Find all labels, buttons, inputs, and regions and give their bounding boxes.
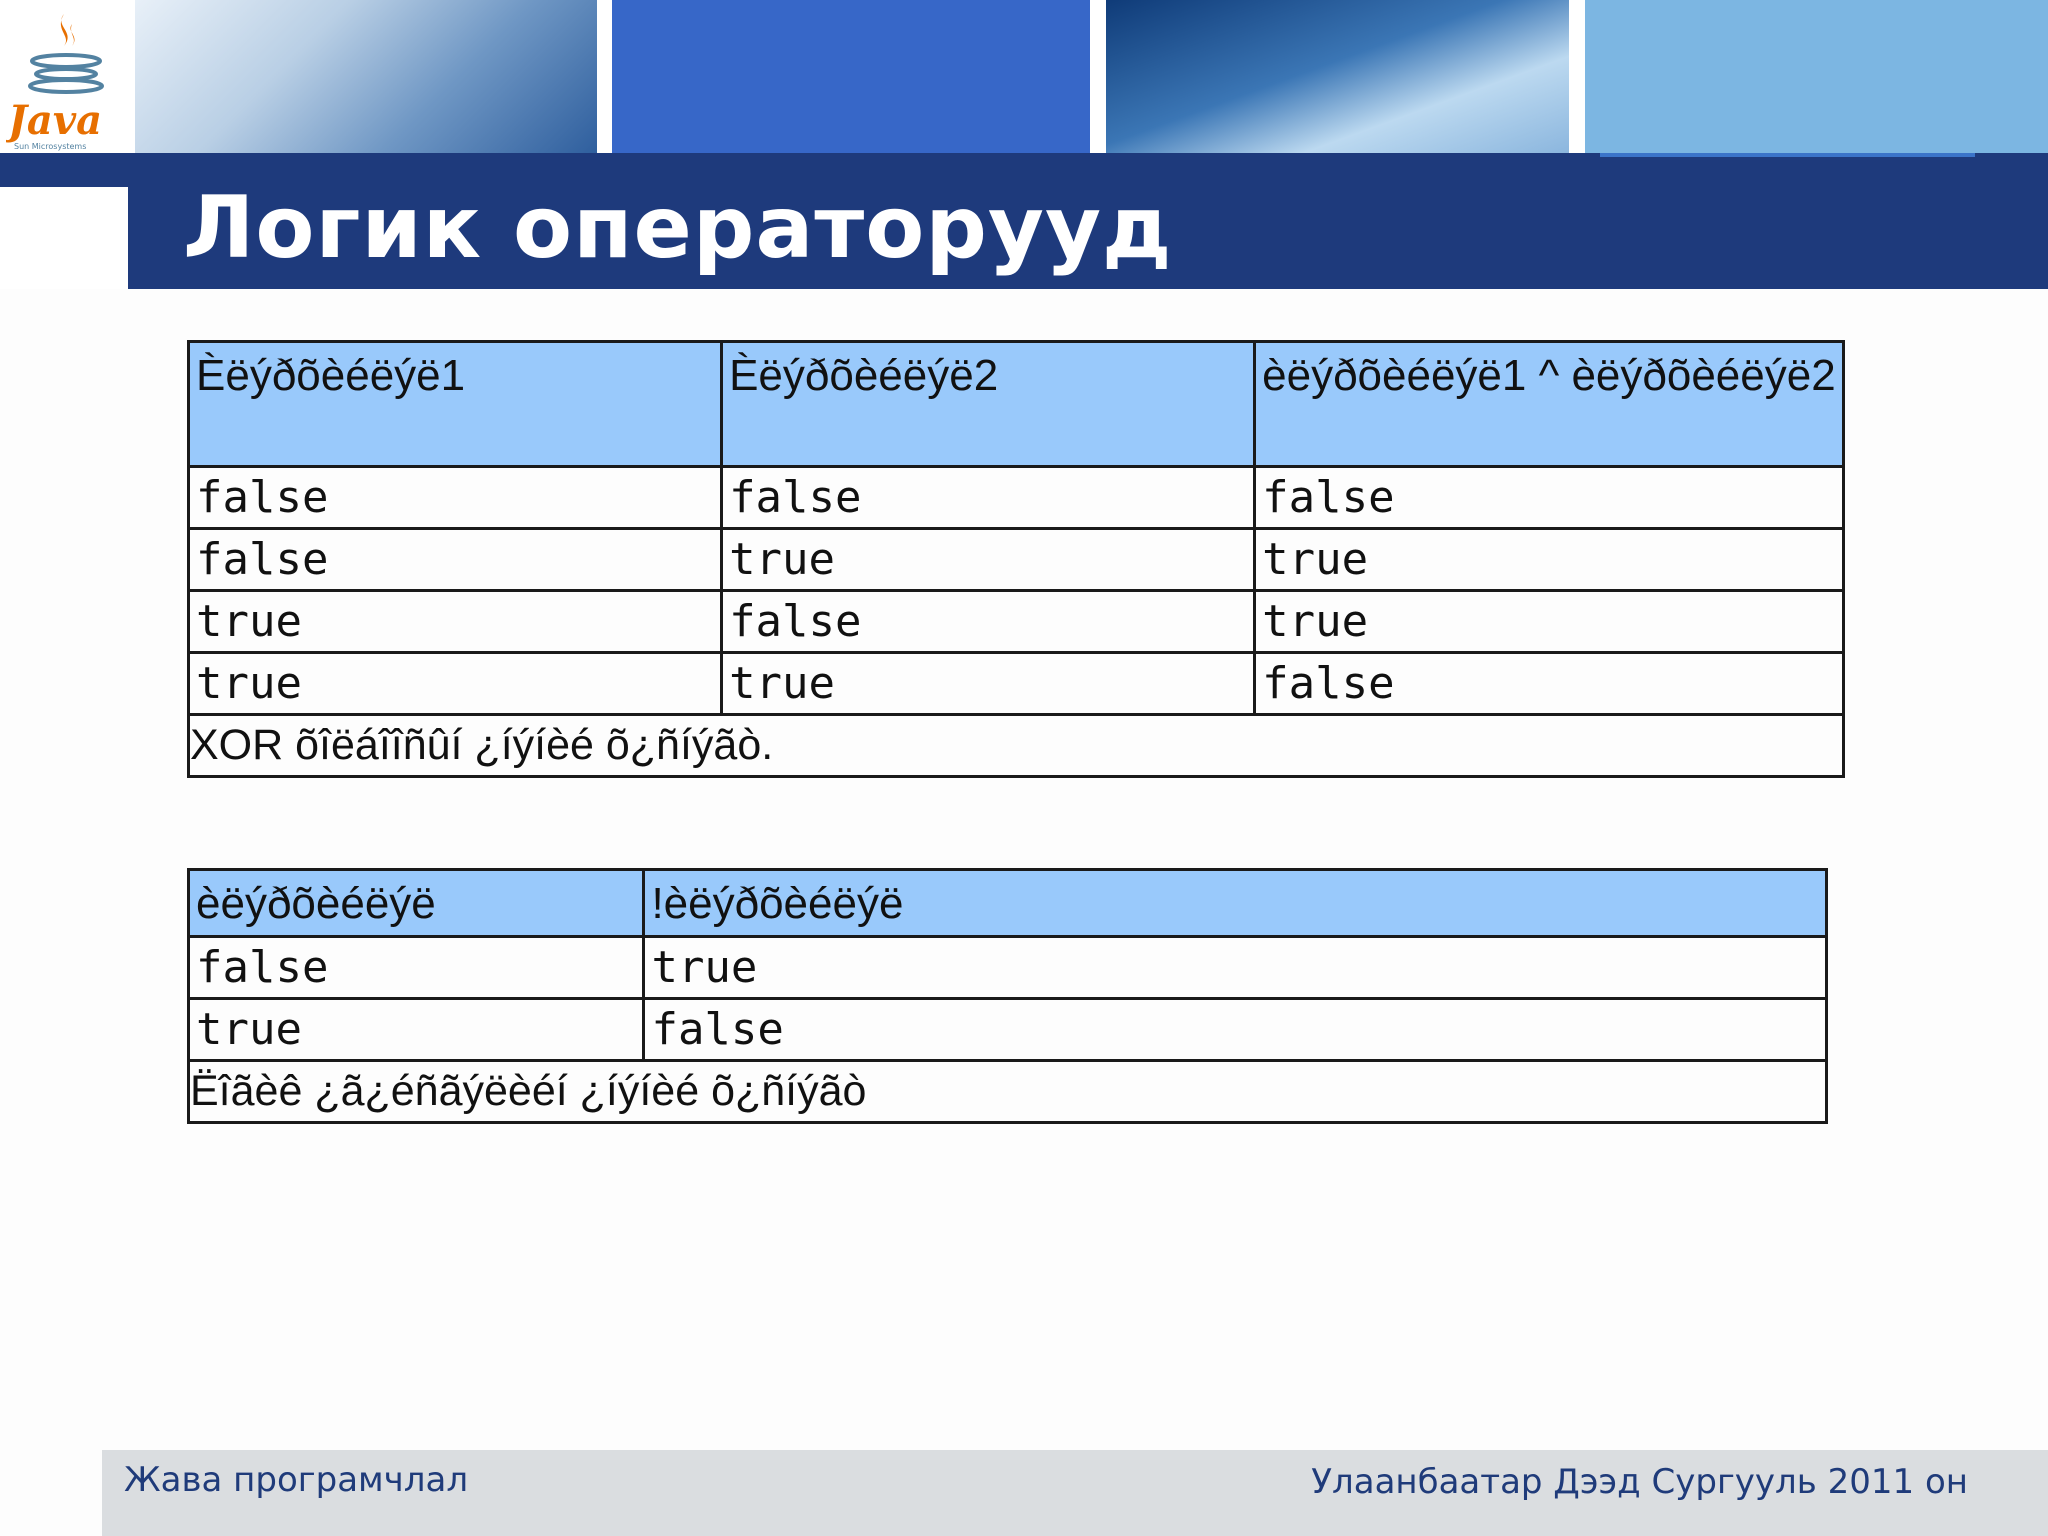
table-cell: true [1253, 589, 1845, 654]
table-cell: false [720, 465, 1257, 530]
table-row: true false [186, 997, 1828, 1062]
table-cell: false [1253, 465, 1845, 530]
logo-text: Java [6, 97, 102, 144]
table-cell: true [720, 527, 1257, 592]
column-header: !èëýðõèéëýë [642, 868, 1828, 938]
java-cup-icon: Java Sun Microsystems [6, 14, 104, 151]
footer-course-name: Жава програмчлал [124, 1460, 469, 1500]
table-row: false false false [186, 465, 1845, 530]
table-caption-row: XOR õîëáîîñûí ¿íýíèé õ¿ñíýãò. [187, 713, 1845, 778]
table-row: true false true [186, 589, 1845, 654]
table-cell: false [186, 465, 724, 530]
table-header-row: èëýðõèéëýë !èëýðõèéëýë [186, 868, 1828, 938]
column-header: èëýðõèéëýë1 ^ èëýðõèéëýë2 [1253, 340, 1845, 468]
table-caption-row: Ëîãèê ¿ã¿éñãýëèéí ¿íýíèé õ¿ñíýãò [187, 1059, 1828, 1124]
page-title: Логик операторууд [183, 178, 1173, 278]
table-cell: false [186, 527, 724, 592]
table-cell: true [186, 651, 724, 716]
table-cell: false [186, 935, 646, 1000]
java-logo: Java Sun Microsystems [0, 0, 135, 153]
table-cell: true [642, 935, 1828, 1000]
header-image-building [1106, 0, 1569, 153]
footer-institution: Улаанбаатар Дээд Сургууль 2011 он [1311, 1462, 1968, 1502]
table-row: false true [186, 935, 1828, 1000]
table-cell: true [186, 997, 646, 1062]
column-header: Èëýðõèéëýë1 [186, 340, 724, 468]
table-header-row: Èëýðõèéëýë1 Èëýðõèéëýë2 èëýðõèéëýë1 ^ èë… [186, 340, 1845, 468]
table-cell: false [642, 997, 1828, 1062]
table-cell: false [720, 589, 1257, 654]
table-caption: Ëîãèê ¿ã¿éñãýëèéí ¿íýíèé õ¿ñíýãò [187, 1059, 1828, 1124]
header-panel-lightblue [1585, 0, 2048, 153]
table-cell: true [720, 651, 1257, 716]
logo-subtext: Sun Microsystems [14, 142, 86, 151]
footer: Жава програмчлал Улаанбаатар Дээд Сургуу… [102, 1450, 2048, 1536]
table-cell: true [1253, 527, 1845, 592]
column-header: Èëýðõèéëýë2 [720, 340, 1257, 468]
table-row: false true true [186, 527, 1845, 592]
table-row: true true false [186, 651, 1845, 716]
header-image-keyboard [135, 0, 597, 153]
not-truth-table: èëýðõèéëýë !èëýðõèéëýë false true true f… [186, 868, 1828, 1124]
header-panel-blue [612, 0, 1090, 153]
column-header: èëýðõèéëýë [186, 868, 646, 938]
table-cell: true [186, 589, 724, 654]
table-caption: XOR õîëáîîñûí ¿íýíèé õ¿ñíýãò. [187, 713, 1845, 778]
xor-truth-table: Èëýðõèéëýë1 Èëýðõèéëýë2 èëýðõèéëýë1 ^ èë… [186, 340, 1845, 778]
table-cell: false [1253, 651, 1845, 716]
